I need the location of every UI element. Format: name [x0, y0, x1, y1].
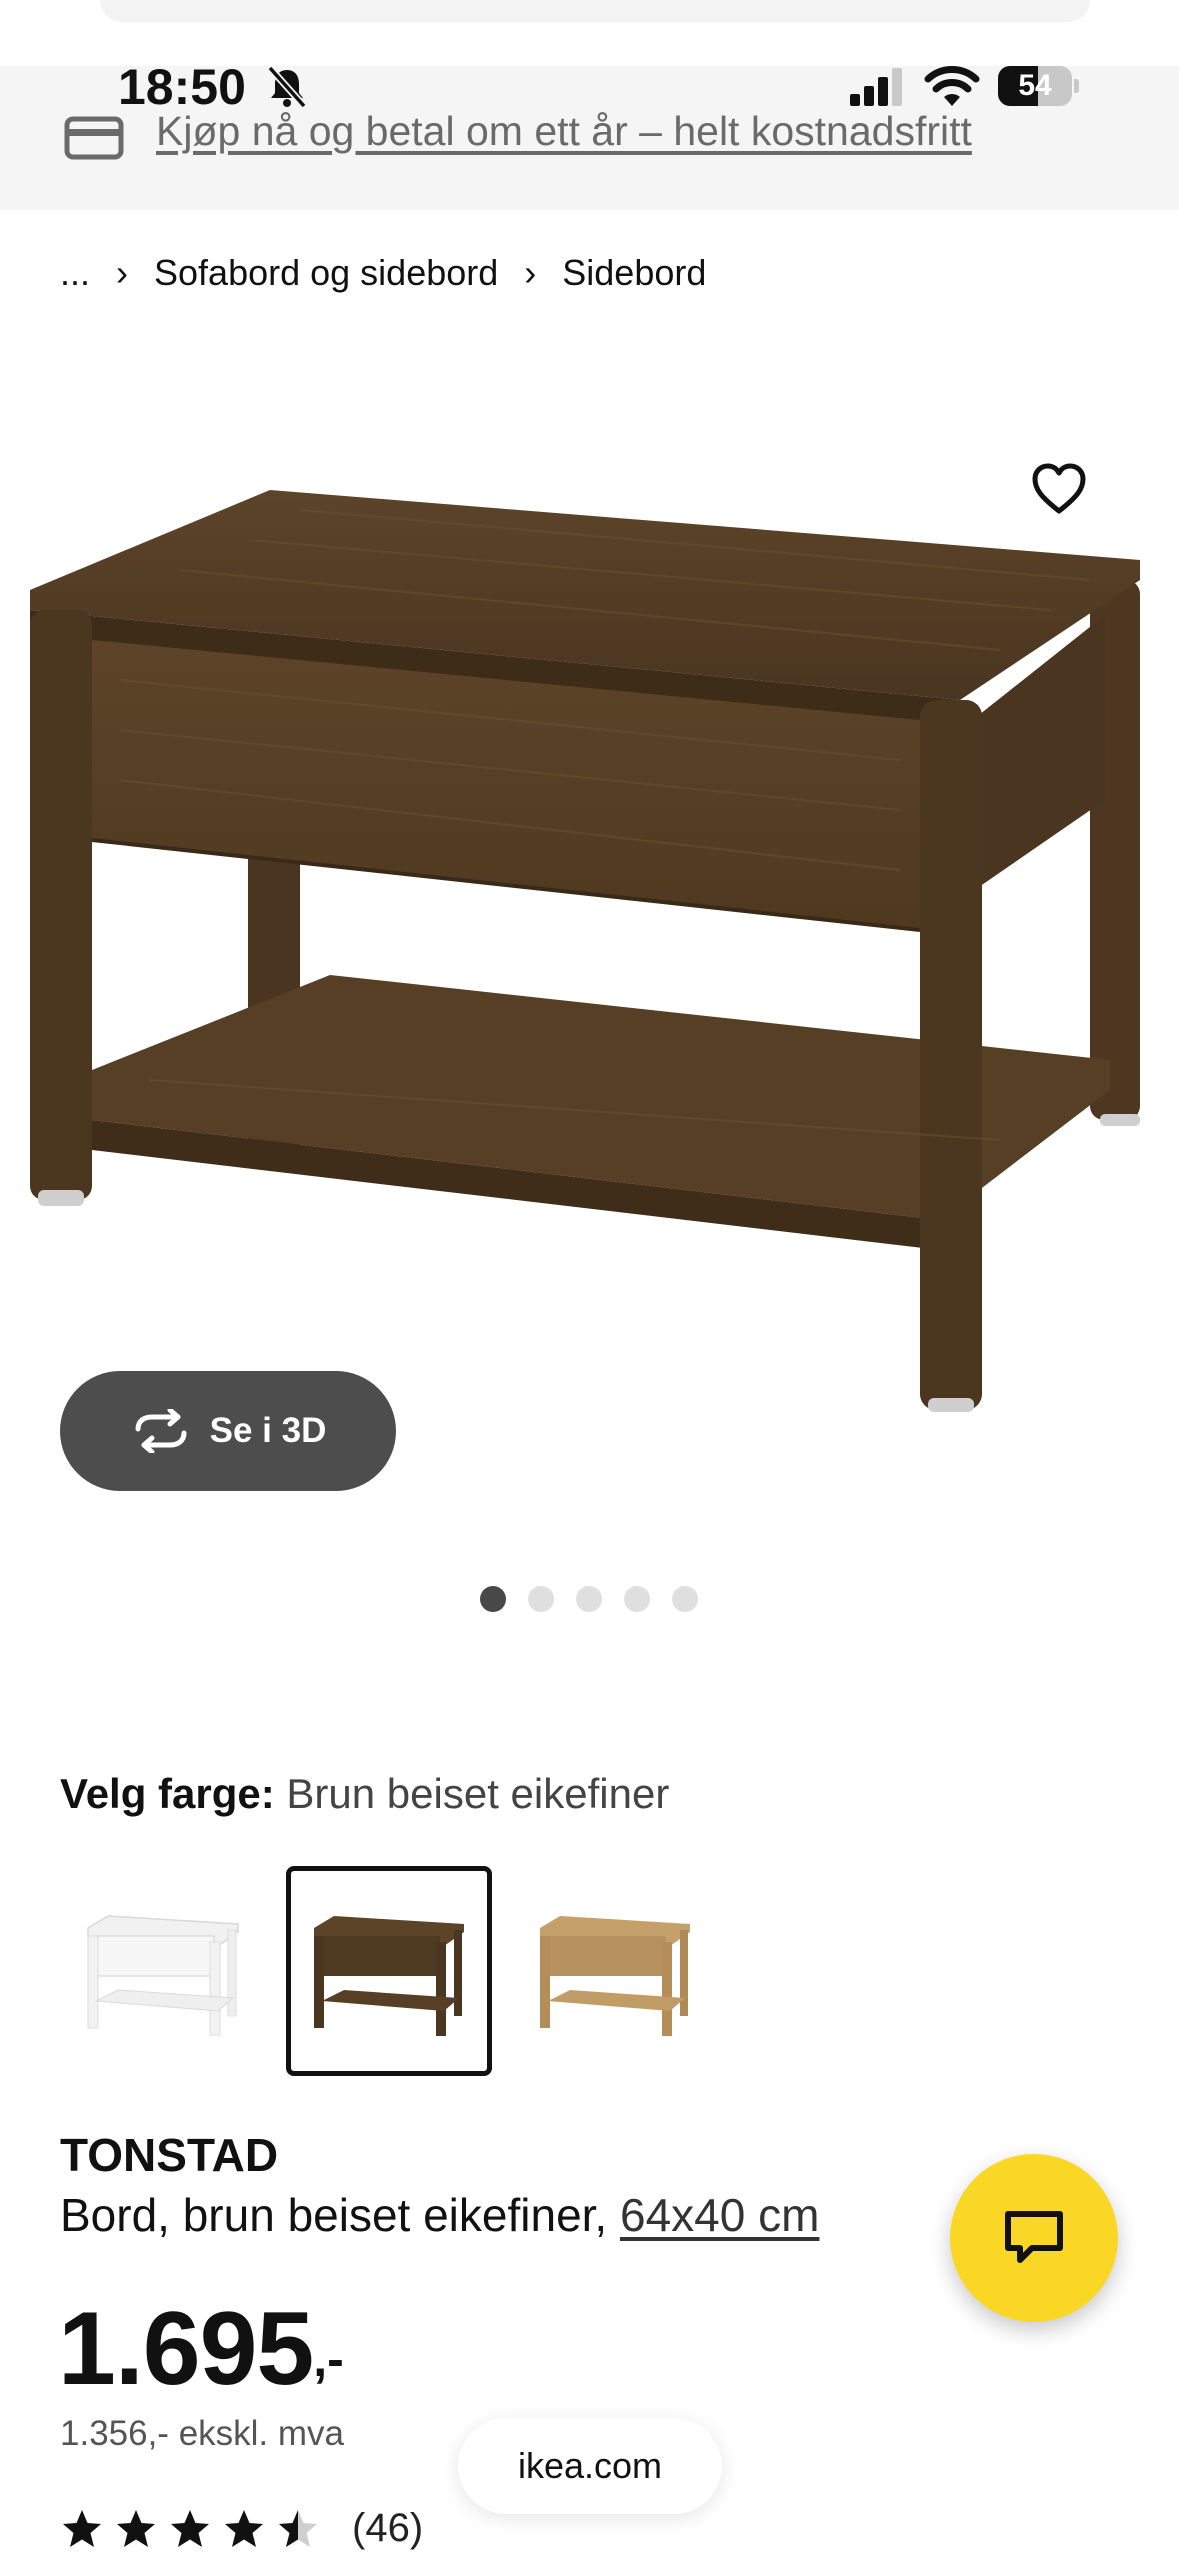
product-rating[interactable]: (46)	[60, 2506, 423, 2551]
color-label: Velg farge:	[60, 1770, 275, 1817]
pagination-dot[interactable]	[624, 1586, 650, 1612]
color-swatches	[60, 1866, 718, 2076]
signal-icon	[850, 68, 902, 106]
breadcrumb-sidebord[interactable]: Sidebord	[562, 252, 706, 294]
product-description: Bord, brun beiset eikefiner, 64x40 cm	[60, 2188, 819, 2242]
star-icon	[171, 2509, 209, 2547]
star-icon	[117, 2509, 155, 2547]
swatch-brown-image	[314, 1916, 464, 2036]
product-price: 1.695 ,-	[58, 2290, 344, 2409]
star-icon	[63, 2509, 101, 2547]
view-3d-button[interactable]: Se i 3D	[60, 1371, 396, 1491]
bell-muted-icon	[267, 65, 307, 109]
image-pagination	[480, 1586, 698, 1612]
domain-pill[interactable]: ikea.com	[458, 2418, 722, 2514]
breadcrumb-ellipsis[interactable]: ...	[60, 252, 90, 294]
pagination-dot[interactable]	[480, 1586, 506, 1612]
battery-icon: 54	[998, 66, 1082, 106]
star-icon	[225, 2509, 263, 2547]
promo-link[interactable]: Kjøp nå og betal om ett år – helt kostna…	[156, 108, 972, 155]
wifi-icon	[924, 66, 980, 106]
top-ghost-bar	[100, 0, 1090, 22]
swatch-oak[interactable]	[512, 1866, 718, 2076]
breadcrumb-separator: ›	[116, 252, 129, 293]
swatch-white[interactable]	[60, 1866, 266, 2076]
product-description-text: Bord, brun beiset eikefiner,	[60, 2189, 608, 2241]
swatch-oak-image	[540, 1916, 690, 2036]
rotate-icon	[135, 1409, 187, 1453]
pagination-dot[interactable]	[528, 1586, 554, 1612]
credit-card-icon	[64, 116, 124, 160]
product-dimensions-link[interactable]: 64x40 cm	[620, 2189, 819, 2241]
breadcrumb: ... › Sofabord og sidebord › Sidebord	[60, 248, 706, 298]
product-name: TONSTAD	[60, 2129, 279, 2181]
review-count: (46)	[352, 2506, 424, 2550]
view-3d-label: Se i 3D	[209, 1411, 327, 1450]
pagination-dot[interactable]	[576, 1586, 602, 1612]
swatch-white-image	[87, 1915, 239, 2036]
chat-button[interactable]	[950, 2154, 1118, 2322]
pagination-dot[interactable]	[672, 1586, 698, 1612]
chat-icon	[1005, 2211, 1063, 2263]
heart-icon	[1032, 463, 1086, 514]
color-value: Brun beiset eikefiner	[286, 1770, 670, 1817]
price-excl-vat: 1.356,- ekskl. mva	[60, 2414, 344, 2453]
favorite-button[interactable]	[1028, 458, 1090, 520]
swatch-brown-stained-oak[interactable]	[286, 1866, 492, 2076]
breadcrumb-sofabord[interactable]: Sofabord og sidebord	[154, 252, 498, 294]
color-selector-label: Velg farge: Brun beiset eikefiner	[60, 1770, 669, 1818]
price-suffix: ,-	[313, 2331, 344, 2387]
battery-level: 54	[1018, 69, 1052, 102]
price-amount: 1.695	[58, 2291, 314, 2407]
star-half-icon	[279, 2509, 317, 2547]
breadcrumb-separator: ›	[524, 252, 537, 293]
